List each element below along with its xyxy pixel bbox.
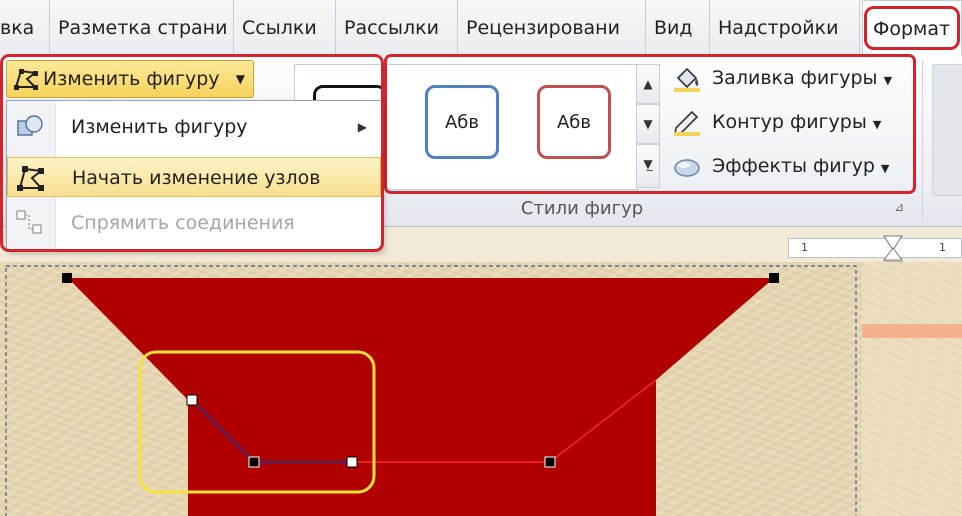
shape-style-blue[interactable]: Абв <box>425 85 499 159</box>
tab-addins[interactable]: Надстройки <box>710 0 860 56</box>
menu-item-change-shape[interactable]: Изменить фигуру ▶ <box>7 107 381 147</box>
shape-fill-label: Заливка фигуры <box>712 67 878 89</box>
red-shape <box>68 278 774 516</box>
shape-outline-label: Контур фигуры <box>712 111 867 133</box>
chevron-down-icon: ▼ <box>883 74 893 87</box>
submenu-arrow-icon: ▶ <box>357 120 367 134</box>
paint-bucket-icon <box>674 67 700 92</box>
gallery-up-button[interactable]: ▲ <box>636 64 660 104</box>
menu-item-label: Начать изменение узлов <box>72 167 321 189</box>
tab-review[interactable]: Рецензировани <box>458 0 646 56</box>
change-shape-icon <box>17 115 43 136</box>
vertex-handle <box>186 394 198 406</box>
shape-effects-icon <box>674 159 700 177</box>
menu-item-label: Изменить фигуру <box>71 116 248 138</box>
edit-shape-button[interactable]: Изменить фигуру ▼ <box>6 60 254 98</box>
group-separator <box>922 60 923 220</box>
next-group-edge <box>932 64 962 196</box>
tab-view[interactable]: Вид <box>646 0 710 56</box>
vertex-handle <box>544 456 556 468</box>
vertex-handle <box>346 456 358 468</box>
edit-shape-button-label: Изменить фигуру <box>43 68 220 90</box>
document-canvas[interactable] <box>0 262 962 516</box>
shape-drawing <box>5 265 857 516</box>
menu-item-label: Спрямить соединения <box>71 212 295 234</box>
page-margin-bar <box>862 324 962 338</box>
edit-shape-menu: Изменить фигуру ▶ Начать изменение узлов… <box>6 100 382 250</box>
pen-icon <box>674 110 700 136</box>
shape-effects-label: Эффекты фигур <box>712 155 875 177</box>
ribbon-tab-bar: вка Разметка страни Ссылки Рассылки Реце… <box>0 0 962 57</box>
dialog-launcher-icon[interactable]: ⊿ <box>894 200 904 214</box>
chevron-down-icon: ▼ <box>872 118 882 131</box>
connector-icon <box>16 210 42 234</box>
tab-mailings[interactable]: Рассылки <box>336 0 458 56</box>
tab-references[interactable]: Ссылки <box>234 0 336 56</box>
gallery-more-button[interactable]: ▼̲ <box>636 144 660 188</box>
menu-item-edit-points[interactable]: Начать изменение узлов <box>7 157 381 197</box>
vertex-handle <box>62 273 72 283</box>
shape-style-red[interactable]: Абв <box>537 85 611 159</box>
vertex-handle <box>769 273 779 283</box>
horizontal-ruler[interactable]: 1 1 <box>788 238 962 258</box>
chevron-down-icon: ▼ <box>235 72 245 86</box>
ruler-mark: 1 <box>939 241 946 254</box>
edit-points-icon <box>14 69 38 90</box>
menu-item-straighten-connectors[interactable]: Спрямить соединения <box>7 203 381 243</box>
tab-page-layout[interactable]: Разметка страни <box>50 0 234 56</box>
vertex-handle <box>248 456 260 468</box>
chevron-down-icon: ▼ <box>880 162 890 175</box>
ruler-mark: 1 <box>801 241 808 254</box>
tab-insert[interactable]: вка <box>0 0 50 56</box>
page-margin-area <box>862 262 962 516</box>
gallery-down-button[interactable]: ▼ <box>636 104 660 144</box>
shape-styles-group-label: Стили фигур <box>520 198 644 219</box>
tab-format[interactable]: Формат <box>862 0 962 56</box>
gallery-scroll: ▲ ▼ ▼̲ <box>636 64 660 188</box>
edit-points-icon <box>17 166 44 191</box>
